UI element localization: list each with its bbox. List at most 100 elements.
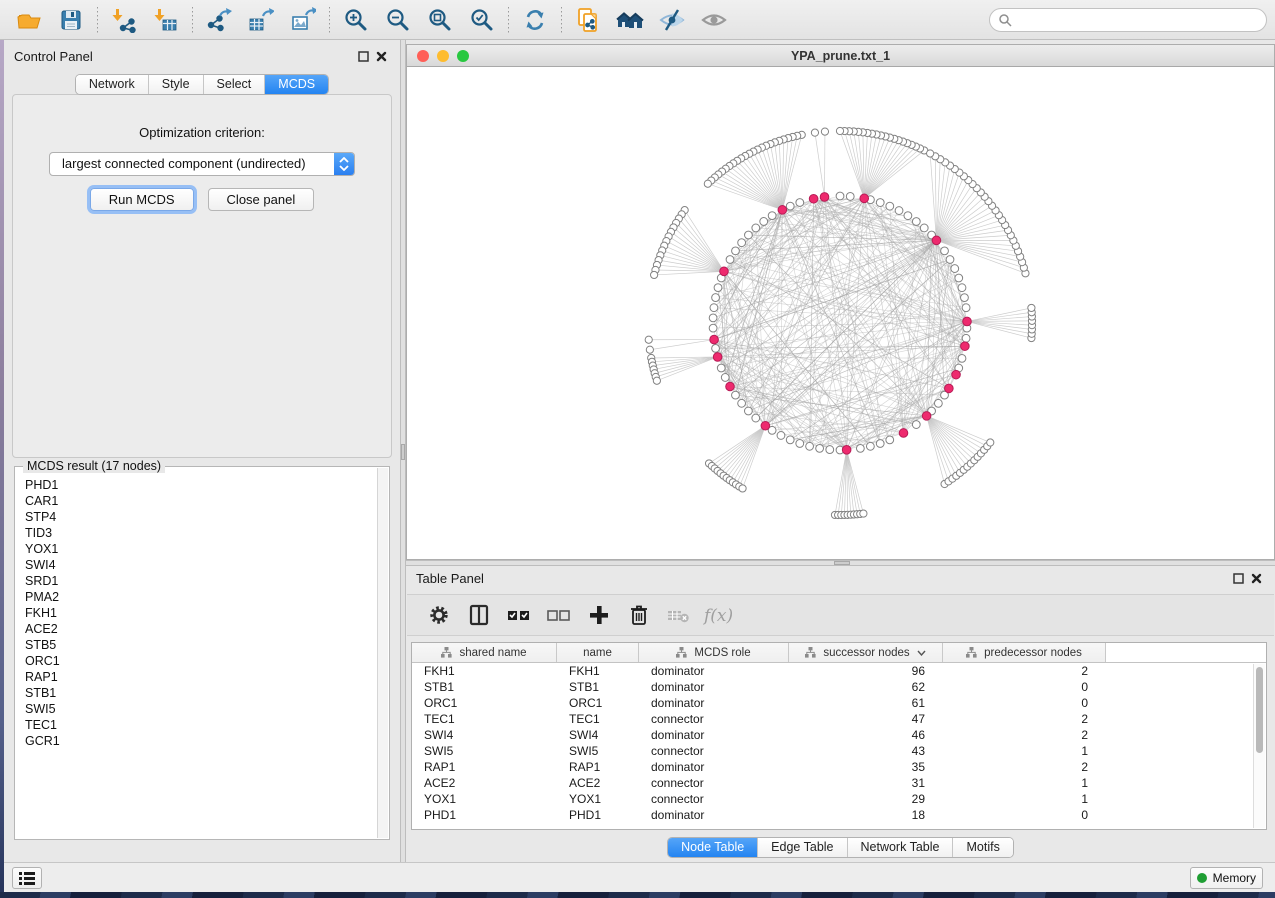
table-tab-motifs[interactable]: Motifs [952, 838, 1012, 857]
graph-node[interactable] [744, 407, 752, 415]
graph-node[interactable] [738, 239, 746, 247]
graph-node[interactable] [920, 224, 928, 232]
graph-edge[interactable] [864, 150, 924, 198]
graph-node[interactable] [726, 256, 734, 264]
graph-edge[interactable] [864, 139, 894, 199]
graph-edge[interactable] [927, 416, 978, 457]
table-cell[interactable]: dominator [639, 695, 789, 711]
graph-node[interactable] [955, 274, 963, 282]
table-cell[interactable]: TEC1 [557, 711, 639, 727]
table-cell[interactable]: dominator [639, 727, 789, 743]
table-row[interactable]: FKH1FKH1dominator962 [412, 663, 1266, 679]
graph-node[interactable] [738, 399, 746, 407]
graph-hub-node[interactable] [710, 335, 719, 344]
table-cell[interactable]: 62 [789, 679, 943, 695]
window-zoom-button[interactable] [457, 50, 469, 62]
graph-node[interactable] [876, 440, 884, 448]
table-row[interactable]: RAP1RAP1dominator352 [412, 759, 1266, 775]
table-cell[interactable]: 35 [789, 759, 943, 775]
table-cell[interactable]: 1 [943, 743, 1106, 759]
graph-edge[interactable] [654, 271, 724, 275]
mcds-list-scrollbar[interactable] [377, 468, 388, 838]
graph-node[interactable] [796, 440, 804, 448]
graph-edge[interactable] [815, 133, 825, 197]
search-input[interactable] [1012, 12, 1258, 28]
run-mcds-button[interactable]: Run MCDS [90, 188, 194, 211]
table-cell[interactable]: 18 [789, 807, 943, 823]
graph-node[interactable] [739, 485, 746, 492]
mcds-result-item[interactable]: STP4 [25, 509, 377, 525]
close-mcds-panel-button[interactable]: Close panel [208, 188, 315, 211]
table-cell[interactable]: connector [639, 711, 789, 727]
table-cell[interactable]: STB1 [412, 679, 557, 695]
table-cell[interactable]: 2 [943, 759, 1106, 775]
graph-node[interactable] [927, 150, 934, 157]
tab-style[interactable]: Style [148, 75, 203, 94]
mcds-result-item[interactable]: STB5 [25, 637, 377, 653]
mcds-result-item[interactable]: YOX1 [25, 541, 377, 557]
graph-node[interactable] [876, 199, 884, 207]
column-header-shared-name[interactable]: shared name [412, 643, 557, 662]
graph-edge[interactable] [715, 177, 783, 209]
graph-node[interactable] [904, 212, 912, 220]
graph-node[interactable] [777, 432, 785, 440]
divider-grip[interactable] [834, 561, 850, 565]
table-cell[interactable]: dominator [639, 759, 789, 775]
table-cell[interactable]: dominator [639, 663, 789, 679]
graph-node[interactable] [768, 212, 776, 220]
table-cell[interactable]: connector [639, 791, 789, 807]
table-cell[interactable]: ACE2 [412, 775, 557, 791]
table-cell[interactable]: connector [639, 743, 789, 759]
graph-node[interactable] [946, 256, 954, 264]
graph-edge[interactable] [712, 426, 765, 466]
show-graphics-details-button[interactable] [693, 4, 735, 36]
table-cell[interactable]: 0 [943, 695, 1106, 711]
graph-node[interactable] [836, 192, 844, 200]
graph-node[interactable] [856, 444, 864, 452]
import-network-button[interactable] [103, 4, 145, 36]
tab-network[interactable]: Network [76, 75, 148, 94]
graph-edge[interactable] [847, 450, 864, 514]
column-header-mcds-role[interactable]: MCDS role [639, 643, 789, 662]
graph-edge[interactable] [936, 180, 968, 240]
graph-node[interactable] [745, 231, 753, 239]
fit-content-button[interactable] [419, 4, 461, 36]
graph-hub-node[interactable] [778, 206, 787, 215]
close-table-panel-button[interactable] [1247, 569, 1265, 587]
graph-edge[interactable] [685, 210, 724, 271]
graph-node[interactable] [1028, 304, 1035, 311]
table-cell[interactable]: 0 [943, 679, 1106, 695]
table-cell[interactable]: dominator [639, 679, 789, 695]
table-cell[interactable]: 31 [789, 775, 943, 791]
table-cell[interactable]: YOX1 [412, 791, 557, 807]
graph-edge[interactable] [711, 181, 782, 210]
table-cell[interactable]: 1 [943, 791, 1106, 807]
graph-edge[interactable] [849, 131, 864, 198]
table-cell[interactable]: SWI4 [412, 727, 557, 743]
mcds-result-item[interactable]: RAP1 [25, 669, 377, 685]
graph-node[interactable] [646, 346, 653, 353]
graph-node[interactable] [962, 304, 970, 312]
graph-node[interactable] [717, 364, 725, 372]
table-row[interactable]: YOX1YOX1connector291 [412, 791, 1266, 807]
graph-hub-node[interactable] [720, 267, 729, 276]
table-cell[interactable]: ORC1 [412, 695, 557, 711]
criterion-select[interactable]: largest connected component (undirected) [49, 152, 355, 176]
float-panel-button[interactable] [354, 47, 372, 65]
table-cell[interactable]: PHD1 [557, 807, 639, 823]
column-header-successor-nodes[interactable]: successor nodes [789, 643, 943, 662]
graph-edge[interactable] [730, 426, 766, 480]
mcds-result-item[interactable]: SWI4 [25, 557, 377, 573]
function-builder-button[interactable]: f(x) [701, 598, 737, 632]
network-graph[interactable] [407, 67, 1274, 559]
mcds-result-item[interactable]: TID3 [25, 525, 377, 541]
graph-edge[interactable] [825, 197, 847, 450]
table-cell[interactable]: STB1 [557, 679, 639, 695]
graph-edge[interactable] [733, 426, 765, 483]
graph-node[interactable] [941, 247, 949, 255]
graph-hub-node[interactable] [842, 446, 851, 455]
graph-edge[interactable] [716, 348, 766, 425]
table-cell[interactable]: PHD1 [412, 807, 557, 823]
graph-edge[interactable] [671, 232, 724, 271]
graph-node[interactable] [951, 265, 959, 273]
